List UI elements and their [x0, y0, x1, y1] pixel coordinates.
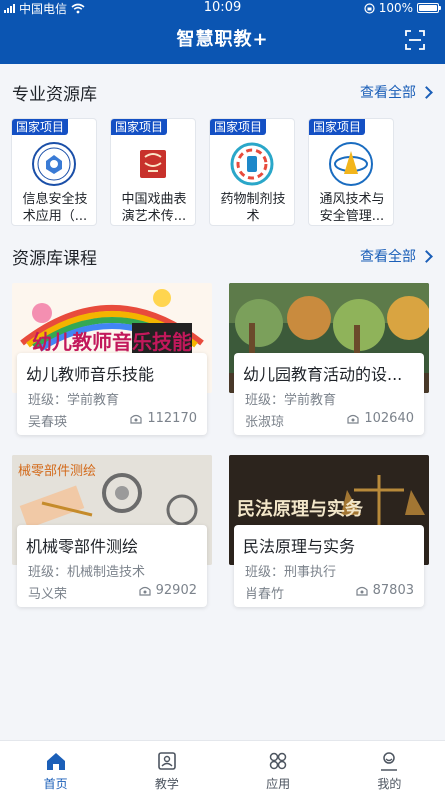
chevron-right-icon	[420, 249, 433, 263]
tab-profile[interactable]: 我的	[334, 741, 445, 796]
section-title: 专业资源库	[12, 84, 97, 105]
cover-text: 幼儿教师音乐技能	[32, 330, 192, 354]
course-teacher: 马义荣	[28, 587, 68, 602]
library-card[interactable]: 国家项目 通风技术与安全管理...	[308, 118, 394, 226]
course-name: 民法原理与实务	[243, 537, 356, 556]
battery-percent: 100%	[378, 1, 413, 15]
views-count: 112170	[147, 411, 197, 426]
infosec-logo-icon	[32, 142, 76, 186]
course-name: 幼儿园教育活动的设...	[243, 365, 403, 384]
project-tag: 国家项目	[12, 119, 69, 135]
course-class: 班级：学前教育	[245, 393, 337, 408]
opera-logo-icon	[140, 150, 166, 178]
library-name: 通风技术与安全管理...	[319, 192, 385, 224]
course-views: 102640	[346, 411, 414, 426]
course-info: 幼儿教师音乐技能 班级：学前教育 吴春瑛 112170	[17, 353, 207, 435]
project-tag: 国家项目	[111, 119, 168, 135]
home-icon	[46, 753, 65, 770]
views-icon	[130, 414, 142, 424]
course-views: 92902	[138, 583, 197, 598]
tab-label: 我的	[377, 777, 402, 791]
library-list: 国家项目 信息安全技术应用（... 国家项目 中国戏曲表演艺术传... 国家项目…	[11, 118, 394, 226]
course-name: 幼儿教师音乐技能	[26, 365, 155, 384]
section-title: 资源库课程	[12, 248, 97, 269]
courses-section-header: 资源库课程 查看全部	[12, 242, 433, 270]
course-views: 112170	[129, 411, 197, 426]
app-header: 智慧职教+	[0, 16, 445, 64]
library-name: 药物制剂技术	[220, 192, 286, 224]
course-class: 班级：学前教育	[28, 393, 120, 408]
course-card[interactable]: 民法原理与实务 民法原理与实务 班级：刑事执行 肖春竹 87803	[229, 455, 429, 611]
library-name: 信息安全技术应用（...	[22, 192, 88, 224]
course-class: 班级：机械制造技术	[28, 565, 146, 580]
view-all-label: 查看全部	[360, 85, 416, 101]
tab-label: 教学	[154, 777, 179, 791]
views-count: 92902	[155, 583, 197, 598]
project-tag: 国家项目	[210, 119, 267, 135]
views-icon	[356, 586, 368, 596]
library-name: 中国戏曲表演艺术传...	[121, 192, 187, 224]
course-teacher: 张淑琼	[245, 415, 285, 430]
course-teacher: 吴春瑛	[28, 415, 68, 430]
views-icon	[139, 586, 151, 596]
cover-text: 械零部件测绘	[18, 464, 96, 479]
libraries-section-header: 专业资源库 查看全部	[12, 78, 433, 106]
course-name: 机械零部件测绘	[26, 537, 139, 556]
tab-label: 首页	[43, 777, 68, 791]
course-class: 班级：刑事执行	[245, 565, 337, 580]
profile-icon	[381, 752, 398, 771]
library-card[interactable]: 国家项目 信息安全技术应用（...	[11, 118, 97, 226]
tab-label: 应用	[266, 777, 291, 791]
course-info: 民法原理与实务 班级：刑事执行 肖春竹 87803	[234, 525, 424, 607]
views-icon	[347, 414, 359, 424]
bottom-tab-bar: 首页 教学 应用 我的	[0, 740, 445, 796]
cover-text: 民法原理与实务	[237, 498, 364, 520]
course-card[interactable]: 幼儿园教育活动的设... 班级：学前教育 张淑琼 102640	[229, 283, 429, 439]
teach-icon	[158, 752, 176, 770]
pharmacy-logo-icon	[230, 142, 274, 186]
views-count: 102640	[364, 411, 414, 426]
view-all-libraries-link[interactable]: 查看全部	[360, 82, 433, 102]
view-all-label: 查看全部	[360, 249, 416, 265]
course-card[interactable]: 械零部件测绘 机械零部件测绘 班级：机械制造技术 马义荣 92902	[12, 455, 212, 611]
chevron-right-icon	[420, 85, 433, 99]
ventilation-logo-icon	[329, 142, 373, 186]
rotation-lock-icon	[364, 2, 375, 14]
tab-teach[interactable]: 教学	[111, 741, 222, 796]
course-views: 87803	[355, 583, 414, 598]
course-info: 机械零部件测绘 班级：机械制造技术 马义荣 92902	[17, 525, 207, 607]
tab-home[interactable]: 首页	[0, 741, 111, 796]
course-teacher: 肖春竹	[245, 587, 285, 602]
project-tag: 国家项目	[309, 119, 366, 135]
course-card[interactable]: 幼儿教师音乐技能 幼儿教师音乐技能 班级：学前教育 吴春瑛 112170	[12, 283, 212, 439]
library-card[interactable]: 国家项目 药物制剂技术	[209, 118, 295, 226]
battery-icon	[417, 3, 441, 13]
apps-icon	[269, 752, 287, 770]
app-title: 智慧职教+	[176, 29, 269, 50]
tab-apps[interactable]: 应用	[223, 741, 334, 796]
course-info: 幼儿园教育活动的设... 班级：学前教育 张淑琼 102640	[234, 353, 424, 435]
library-card[interactable]: 国家项目 中国戏曲表演艺术传...	[110, 118, 196, 226]
views-count: 87803	[372, 583, 414, 598]
status-bar: 中国电信 10:09 100%	[0, 0, 445, 16]
scan-icon[interactable]	[405, 30, 425, 50]
view-all-courses-link[interactable]: 查看全部	[360, 246, 433, 266]
